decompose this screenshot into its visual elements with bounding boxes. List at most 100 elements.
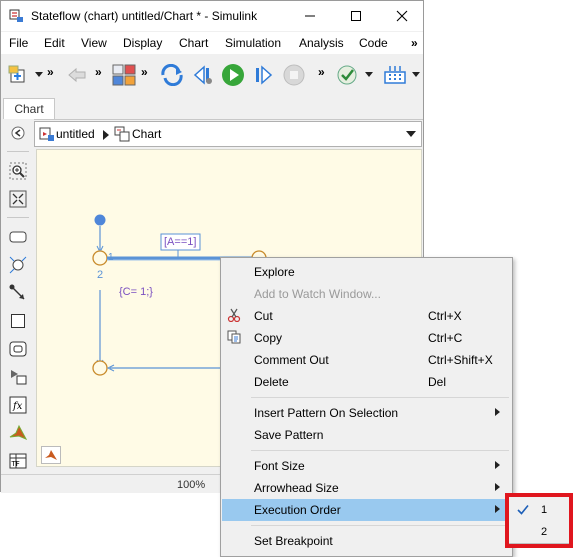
toolbar: » » » » (1, 55, 423, 96)
menu-code[interactable]: Code (359, 36, 388, 50)
close-icon (396, 10, 408, 22)
truth-table-tool-button[interactable]: TF (8, 451, 28, 471)
transition-condition-label[interactable]: [A==1] (164, 236, 196, 248)
breadcrumb-model[interactable]: untitled (56, 127, 95, 141)
state-tool-button[interactable] (8, 227, 28, 247)
transition-action-label[interactable]: {C= 1;} (119, 286, 153, 298)
library-browser-button[interactable] (111, 63, 137, 87)
minimize-icon (305, 15, 315, 17)
menu-item-insert-pattern[interactable]: Insert Pattern On Selection (222, 402, 511, 424)
junction-bottom[interactable] (92, 360, 108, 376)
minimize-button[interactable] (287, 1, 333, 31)
copy-icon (227, 330, 241, 344)
subchart-icon (9, 341, 27, 357)
submenu-arrow-icon (495, 461, 500, 469)
menu-item-execution-order[interactable]: Execution Order (222, 499, 511, 521)
new-model-icon (8, 65, 25, 83)
divider (7, 151, 29, 152)
maximize-icon (351, 11, 361, 21)
menu-edit[interactable]: Edit (44, 36, 65, 50)
junction-icon (9, 256, 27, 274)
new-model-button[interactable] (7, 64, 31, 86)
build-button[interactable] (382, 63, 408, 87)
update-diagram-button[interactable] (159, 63, 185, 87)
zoom-level: 100% (177, 479, 206, 491)
close-button[interactable] (379, 1, 425, 31)
chevron-down-icon[interactable] (406, 131, 416, 137)
menu-item-arrowhead-size[interactable]: Arrowhead Size (222, 477, 511, 499)
execution-order-option-1[interactable]: 1 (509, 499, 569, 521)
menu-display[interactable]: Display (123, 36, 162, 50)
stateflow-app-icon (9, 9, 23, 22)
model-icon (39, 127, 54, 141)
menu-item-add-to-watch: Add to Watch Window... (254, 287, 381, 301)
menu-item-explore[interactable]: Explore (222, 261, 511, 283)
simulink-function-tool-button[interactable] (8, 367, 28, 387)
menu-file[interactable]: File (9, 36, 28, 50)
symbols-pane-button[interactable] (41, 446, 61, 464)
junction-tool-button[interactable] (8, 255, 28, 275)
chart-icon (114, 126, 130, 142)
matlab-logo-icon (9, 424, 27, 440)
matlab-function-tool-button[interactable] (8, 423, 28, 443)
step-back-button[interactable] (191, 63, 215, 87)
svg-text:TF: TF (11, 460, 20, 468)
address-bar[interactable]: untitled Chart (34, 121, 422, 147)
menu-item-font-size[interactable]: Font Size (222, 455, 511, 477)
tab-strip: Chart (1, 95, 423, 120)
toolbar-overflow-1[interactable]: » (47, 65, 54, 79)
hide-explorer-button[interactable] (8, 123, 28, 143)
maximize-button[interactable] (333, 1, 379, 31)
menu-item-copy[interactable]: Copy Ctrl+C (222, 327, 511, 349)
tab-chart[interactable]: Chart (3, 98, 55, 119)
palette-sidebar: fx TF (1, 119, 34, 473)
build-grid-icon (384, 66, 406, 84)
graphical-function-tool-button[interactable]: fx (8, 395, 28, 415)
step-back-icon (193, 65, 212, 85)
run-button[interactable] (220, 62, 246, 88)
menu-item-save-pattern[interactable]: Save Pattern (222, 424, 511, 446)
chevron-down-icon[interactable] (365, 72, 373, 78)
junction-top[interactable] (92, 250, 108, 266)
stop-icon (283, 64, 305, 86)
toolbar-overflow-2[interactable]: » (95, 65, 102, 79)
menu-view[interactable]: View (81, 36, 107, 50)
window-title: Stateflow (chart) untitled/Chart * - Sim… (31, 9, 258, 23)
submenu-arrow-icon (495, 505, 500, 513)
menu-overflow[interactable]: » (411, 36, 418, 50)
back-button[interactable] (65, 64, 89, 86)
menu-item-cut[interactable]: Cut Ctrl+X (222, 305, 511, 327)
menu-item-delete[interactable]: Delete Del (222, 371, 511, 393)
toolbar-overflow-3[interactable]: » (141, 65, 148, 79)
refresh-icon (161, 64, 183, 86)
menu-item-set-breakpoint[interactable]: Set Breakpoint (222, 530, 511, 552)
box-tool-button[interactable] (8, 311, 28, 331)
default-transition-dot[interactable] (94, 214, 106, 226)
play-icon (222, 64, 244, 86)
subchart-tool-button[interactable] (8, 339, 28, 359)
chevron-down-icon[interactable] (35, 72, 43, 78)
menu-chart[interactable]: Chart (179, 36, 208, 50)
chevron-down-icon[interactable] (412, 72, 420, 78)
stop-button[interactable] (282, 63, 306, 87)
breadcrumb-chart[interactable]: Chart (132, 127, 161, 141)
menu-analysis[interactable]: Analysis (299, 36, 344, 50)
menu-simulation[interactable]: Simulation (225, 36, 281, 50)
menu-separator (251, 450, 509, 451)
model-advisor-button[interactable] (334, 63, 360, 87)
execution-order-option-2[interactable]: 2 (509, 521, 569, 543)
check-circle-icon (337, 65, 357, 85)
box-icon (11, 314, 25, 328)
svg-text:fx: fx (12, 401, 23, 412)
zoom-in-button[interactable] (8, 161, 28, 181)
step-forward-button[interactable] (251, 63, 275, 87)
menu-bar: File Edit View Display Chart Simulation … (1, 32, 423, 54)
execution-order-submenu: 1 2 (508, 496, 570, 544)
library-browser-icon (112, 64, 136, 86)
menu-item-comment-out[interactable]: Comment Out Ctrl+Shift+X (222, 349, 511, 371)
default-transition-tool-button[interactable] (8, 283, 28, 303)
toolbar-overflow-4[interactable]: » (318, 65, 325, 79)
fit-to-view-button[interactable] (8, 189, 28, 209)
truth-table-icon: TF (9, 453, 27, 469)
collapse-left-icon (11, 126, 25, 140)
